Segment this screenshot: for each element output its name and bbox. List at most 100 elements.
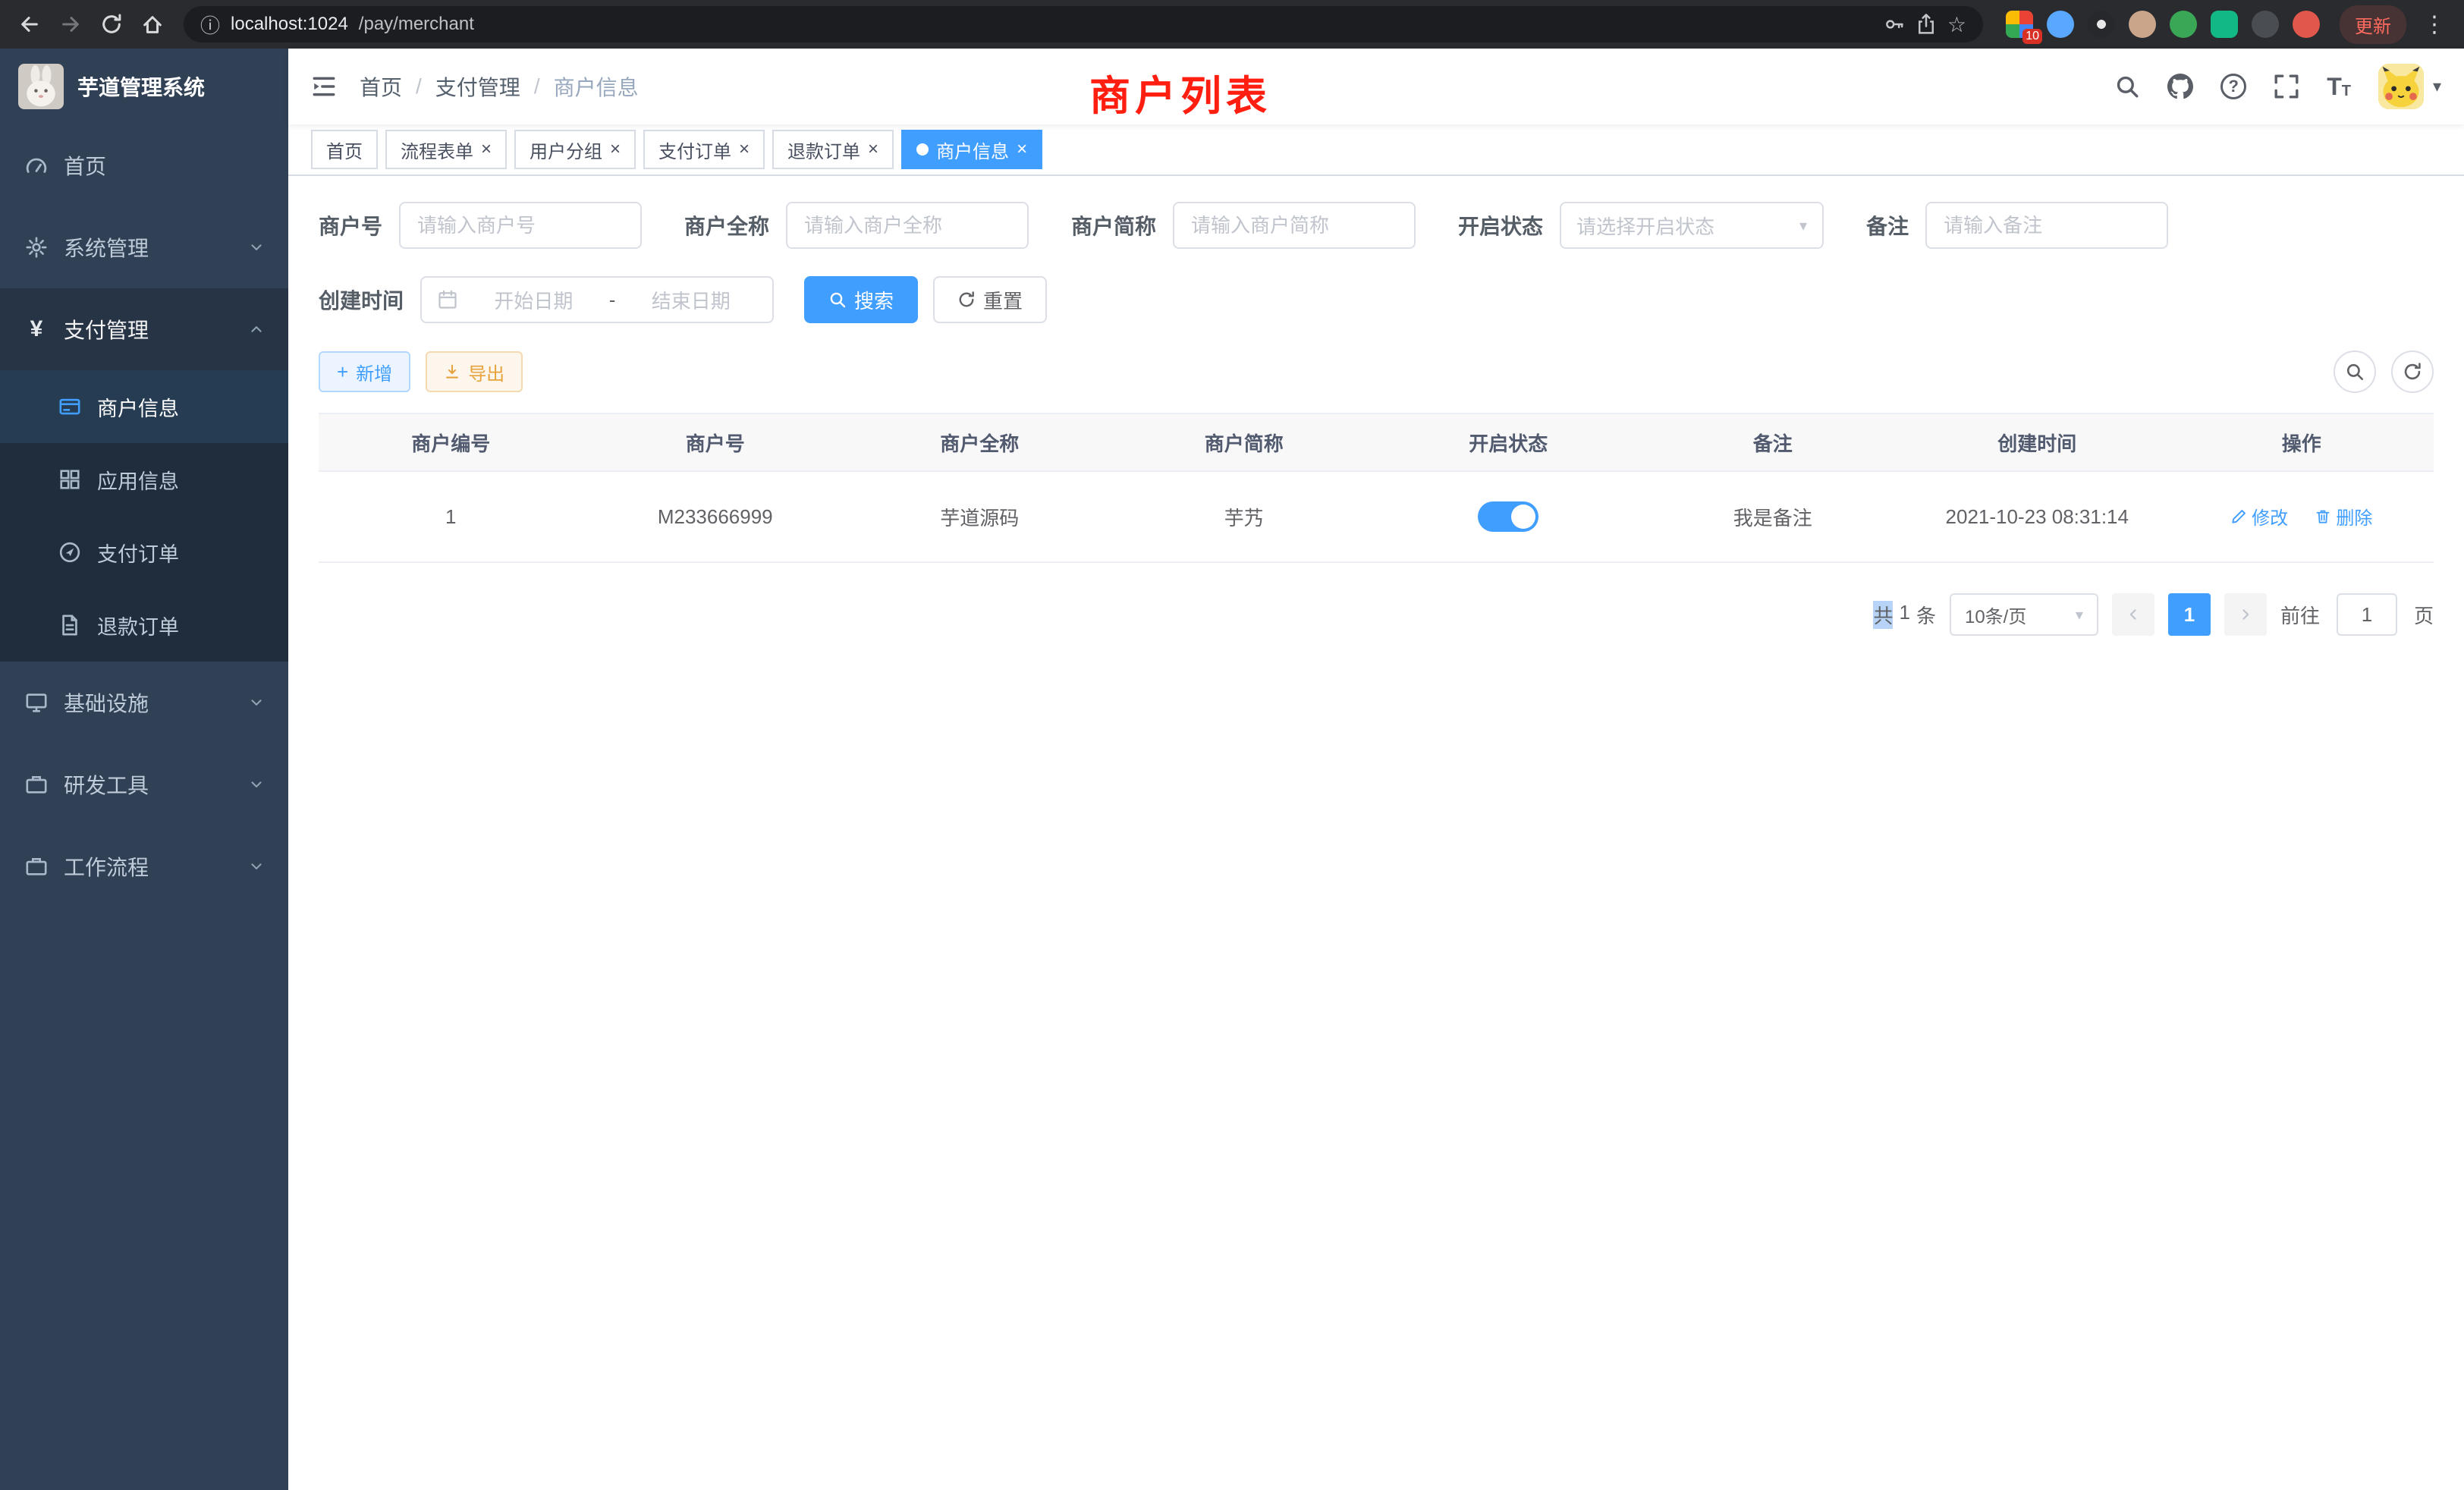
sidebar-item-label: 基础设施	[64, 687, 234, 718]
tab-close-icon[interactable]: ×	[868, 140, 878, 159]
payment-submenu: 商户信息 应用信息 支付订单 退款订单	[0, 370, 288, 662]
page-size-select[interactable]: 10条/页 ▾	[1950, 593, 2098, 636]
app-logo[interactable]: 芋道管理系统	[0, 49, 288, 124]
search-button[interactable]: 搜索	[804, 276, 918, 323]
toggle-search-button[interactable]	[2334, 350, 2376, 393]
cell-id: 1	[319, 471, 583, 562]
sidebar-item-payment[interactable]: ¥ 支付管理	[0, 288, 288, 370]
breadcrumb-payment[interactable]: 支付管理	[435, 71, 520, 102]
page-number-button[interactable]: 1	[2168, 593, 2211, 636]
fullscreen-icon[interactable]	[2274, 74, 2299, 99]
next-page-button[interactable]	[2224, 593, 2267, 636]
sidebar-item-merchant-info[interactable]: 商户信息	[0, 370, 288, 443]
monitor-icon	[24, 690, 49, 715]
edit-link[interactable]: 修改	[2230, 503, 2288, 530]
github-icon[interactable]	[2167, 74, 2193, 99]
extension-icon-5[interactable]	[2170, 11, 2197, 38]
delete-link[interactable]: 删除	[2315, 503, 2372, 530]
sidebar-item-label: 首页	[64, 150, 264, 181]
extension-icon-4[interactable]	[2129, 11, 2156, 38]
site-info-icon[interactable]: ⓘ	[200, 11, 220, 39]
column-header-status: 开启状态	[1376, 413, 1641, 471]
merchant-no-input[interactable]	[399, 202, 642, 249]
address-bar[interactable]: ⓘ localhost:1024/pay/merchant ☆	[184, 6, 1983, 42]
export-button[interactable]: 导出	[426, 351, 523, 392]
sidebar-toggle-icon[interactable]	[311, 74, 337, 99]
full-name-input[interactable]	[786, 202, 1029, 249]
sidebar-item-workflow[interactable]: 工作流程	[0, 825, 288, 907]
breadcrumb-home[interactable]: 首页	[360, 71, 402, 102]
sidebar-item-dev-tools[interactable]: 研发工具	[0, 743, 288, 825]
extension-icon-8[interactable]	[2293, 11, 2320, 38]
tab-close-icon[interactable]: ×	[739, 140, 750, 159]
user-menu[interactable]: ▾	[2378, 64, 2441, 109]
filter-row-1: 商户号 商户全称 商户简称 开启状态 请选择开启状态 ▾	[319, 202, 2434, 249]
filter-label: 商户简称	[1071, 210, 1156, 240]
help-icon[interactable]: ?	[2220, 74, 2246, 99]
date-separator: -	[609, 288, 616, 312]
tab-close-icon[interactable]: ×	[1017, 140, 1027, 159]
browser-back-button[interactable]	[9, 4, 50, 45]
browser-forward-button[interactable]	[50, 4, 91, 45]
browser-menu-icon[interactable]: ⋮	[2414, 11, 2455, 38]
select-placeholder: 请选择开启状态	[1576, 212, 1714, 240]
sidebar-item-infrastructure[interactable]: 基础设施	[0, 662, 288, 743]
table-row: 1 M233666999 芋道源码 芋艿 我是备注 2021-10-23 08:…	[319, 471, 2434, 562]
goto-page-input[interactable]	[2337, 593, 2397, 636]
tab-user-groups[interactable]: 用户分组 ×	[514, 130, 636, 169]
sidebar-item-label: 支付订单	[97, 538, 264, 567]
prev-page-button[interactable]	[2112, 593, 2154, 636]
active-tab-dot	[916, 143, 929, 156]
browser-reload-button[interactable]	[91, 4, 132, 45]
extension-icon-7[interactable]	[2252, 11, 2279, 38]
font-size-icon[interactable]: TT	[2327, 74, 2351, 99]
filter-label: 商户全称	[684, 210, 769, 240]
document-icon	[58, 613, 82, 637]
tab-label: 商户信息	[936, 137, 1009, 163]
reset-button[interactable]: 重置	[933, 276, 1047, 323]
export-button-label: 导出	[468, 359, 504, 385]
header-search-icon[interactable]	[2114, 74, 2140, 99]
extension-icon-1[interactable]: 10	[2006, 11, 2033, 38]
tab-refund-orders[interactable]: 退款订单 ×	[772, 130, 894, 169]
filter-status: 开启状态 请选择开启状态 ▾	[1458, 202, 1824, 249]
tab-home[interactable]: 首页	[311, 130, 378, 169]
filter-create-time: 创建时间 开始日期 - 结束日期	[319, 276, 774, 323]
browser-update-button[interactable]: 更新	[2340, 5, 2406, 44]
add-button[interactable]: + 新增	[319, 351, 410, 392]
briefcase-icon	[24, 854, 49, 879]
sidebar-item-system[interactable]: 系统管理	[0, 206, 288, 288]
bookmark-star-icon[interactable]: ☆	[1947, 12, 1966, 37]
sidebar-item-app-info[interactable]: 应用信息	[0, 443, 288, 516]
create-time-range-picker[interactable]: 开始日期 - 结束日期	[420, 276, 774, 323]
share-icon[interactable]	[1916, 14, 1937, 35]
sidebar-item-pay-orders[interactable]: 支付订单	[0, 516, 288, 589]
extension-icon-3[interactable]	[2088, 11, 2115, 38]
column-header-id: 商户编号	[319, 413, 583, 471]
tab-merchant-info[interactable]: 商户信息 ×	[901, 130, 1042, 169]
sidebar-item-refund-orders[interactable]: 退款订单	[0, 589, 288, 662]
remark-input[interactable]	[1925, 202, 2168, 249]
total-suffix: 条	[1916, 601, 1936, 629]
tab-pay-orders[interactable]: 支付订单 ×	[643, 130, 765, 169]
page-content: 商户号 商户全称 商户简称 开启状态 请选择开启状态 ▾	[288, 176, 2464, 1490]
total-count: 1	[1899, 601, 1909, 629]
filter-merchant-no: 商户号	[319, 202, 642, 249]
app-title: 芋道管理系统	[77, 71, 205, 102]
sidebar-item-home[interactable]: 首页	[0, 124, 288, 206]
tab-process-form[interactable]: 流程表单 ×	[385, 130, 507, 169]
sidebar-item-label: 系统管理	[64, 232, 234, 262]
refresh-table-button[interactable]	[2391, 350, 2434, 393]
browser-home-button[interactable]	[132, 4, 173, 45]
status-toggle[interactable]	[1478, 501, 1538, 532]
sidebar-item-label: 应用信息	[97, 465, 264, 495]
status-select[interactable]: 请选择开启状态 ▾	[1560, 202, 1824, 249]
tab-close-icon[interactable]: ×	[481, 140, 492, 159]
short-name-input[interactable]	[1173, 202, 1416, 249]
filter-remark: 备注	[1866, 202, 2168, 249]
goto-label: 前往	[2280, 601, 2320, 629]
password-key-icon[interactable]	[1884, 14, 1905, 35]
extension-icon-6[interactable]	[2211, 11, 2238, 38]
tab-close-icon[interactable]: ×	[610, 140, 621, 159]
extension-icon-2[interactable]	[2047, 11, 2074, 38]
